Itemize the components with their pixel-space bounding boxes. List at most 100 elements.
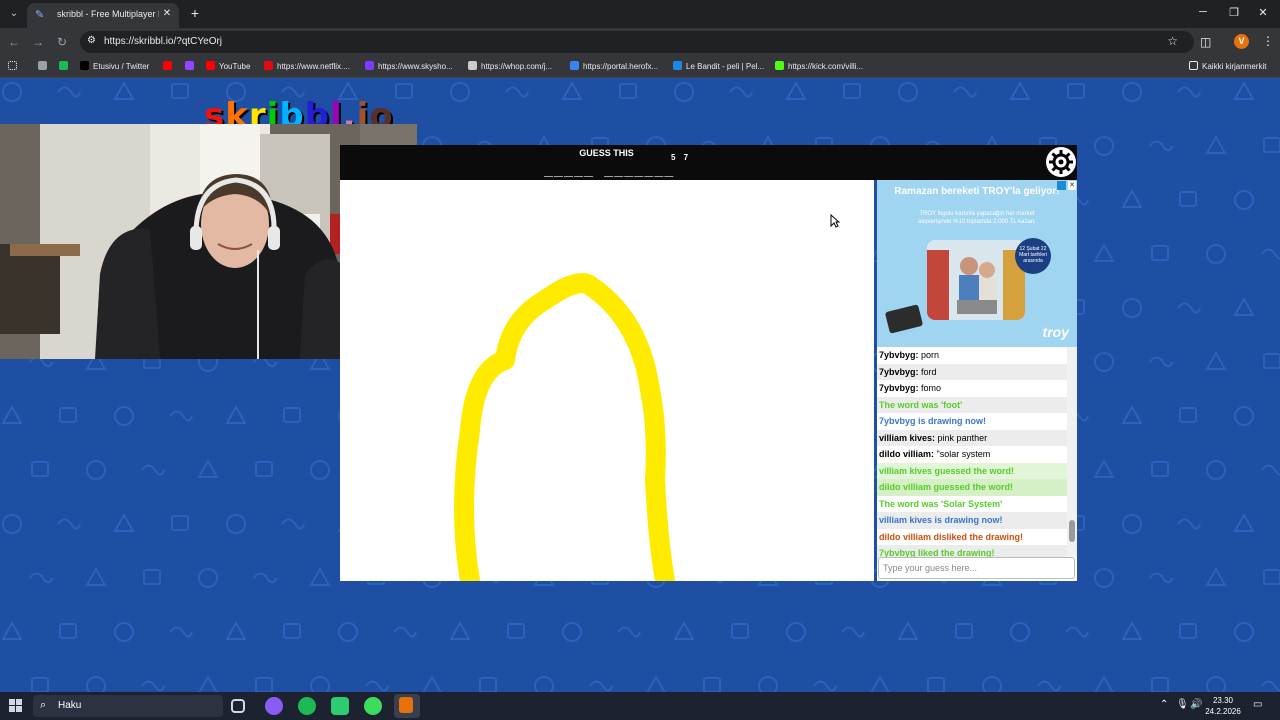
- chat-message: villiam kives: pink panther: [877, 429, 1067, 446]
- browser-menu-icon[interactable]: ⋮: [1262, 34, 1274, 48]
- bookmark-item[interactable]: YouTube: [206, 61, 250, 75]
- address-bar[interactable]: ⚙ https://skribbl.io/?qtCYeOrj ☆: [80, 31, 1194, 53]
- profile-avatar[interactable]: V: [1234, 34, 1249, 49]
- chat-message: The word was 'Solar System': [877, 495, 1067, 512]
- bookmark-label: https://www.netflix....: [277, 62, 350, 71]
- bookmark-item[interactable]: https://www.netflix....: [264, 61, 350, 75]
- bookmark-item[interactable]: [185, 61, 198, 75]
- chat-scrollbar[interactable]: [1067, 347, 1077, 557]
- chat-message: villiam kives guessed the word!: [877, 462, 1067, 479]
- bookmark-label: YouTube: [219, 62, 251, 71]
- task-view-icon[interactable]: [231, 699, 245, 713]
- extensions-icon[interactable]: ◫: [1200, 35, 1211, 49]
- word-hint: _____ _______: [544, 159, 675, 177]
- site-info-icon[interactable]: ⚙: [87, 35, 96, 46]
- chat-message: villiam kives is drawing now!: [877, 512, 1067, 529]
- chat-message-text: pink panther: [935, 432, 988, 443]
- bookmark-label: https://portal.herofx...: [583, 62, 659, 71]
- app-icon-3[interactable]: [331, 697, 349, 715]
- bookmark-label: Le Bandit - peli | Pel...: [686, 62, 765, 71]
- browser-taskbar-icon[interactable]: [394, 694, 420, 718]
- game-header-bar: GUESS THIS _____ _______ 5 7: [340, 145, 1077, 180]
- twitch-icon: [185, 61, 194, 70]
- youtube-icon: [206, 61, 215, 70]
- taskbar-search[interactable]: ⌕ Haku: [33, 695, 223, 717]
- chat-message: dildo villiam: "solar system: [877, 446, 1067, 463]
- chat-player-name: 7ybvbyg:: [879, 383, 919, 393]
- herofx-icon: [570, 61, 579, 70]
- clock-time: 23.30: [1212, 696, 1234, 705]
- troy-logo: troy: [1042, 324, 1069, 340]
- ad-close-icon[interactable]: ✕: [1068, 181, 1076, 190]
- close-window-button[interactable]: ✕: [1256, 6, 1270, 19]
- whop-icon: [468, 61, 477, 70]
- bookmark-item[interactable]: https://www.skysho...: [365, 61, 453, 75]
- bookmark-item[interactable]: https://whop.com/j...: [468, 61, 552, 75]
- chat-message-text: porn: [918, 350, 940, 360]
- bookmark-item[interactable]: Le Bandit - peli | Pel...: [673, 61, 764, 75]
- chat-message: 7ybvbyg is drawing now!: [877, 413, 1067, 430]
- chat-message-text: villiam kives is drawing now!: [879, 515, 1003, 525]
- bookmark-item[interactable]: https://kick.com/villi...: [775, 61, 863, 75]
- ad-photo: [927, 240, 1025, 320]
- bookmark-star-icon[interactable]: ☆: [1167, 34, 1178, 48]
- guess-input[interactable]: [878, 557, 1075, 579]
- browser-tab[interactable]: ✎ skribbl - Free Multiplayer Drawi ✕: [27, 3, 179, 28]
- play-icon: [673, 61, 682, 70]
- bookmark-item[interactable]: [59, 61, 72, 75]
- chat-message-text: 7ybvbyg is drawing now!: [879, 416, 987, 426]
- chat-message: 7ybvbyg: porn: [877, 347, 1067, 364]
- bookmark-item[interactable]: [38, 61, 51, 75]
- apps-grid-icon[interactable]: [8, 61, 20, 75]
- taskbar-clock[interactable]: 23.30 24.2.2026: [1203, 695, 1243, 717]
- tab-search-button[interactable]: ⌄: [6, 6, 22, 22]
- microphone-icon[interactable]: 🎙: [1176, 699, 1189, 710]
- forward-button[interactable]: →: [31, 35, 45, 49]
- bookmark-item[interactable]: Etusivu / Twitter: [80, 61, 149, 75]
- clock-date: 24.2.2026: [1205, 707, 1241, 716]
- notification-icon[interactable]: ▭: [1253, 699, 1262, 710]
- browser-tab-bar: ⌄ ✎ skribbl - Free Multiplayer Drawi ✕ +…: [0, 0, 1280, 28]
- chat-message-text: villiam kives guessed the word!: [879, 465, 1015, 476]
- minimize-button[interactable]: ─: [1196, 6, 1210, 18]
- chat-scrollbar-thumb[interactable]: [1069, 520, 1075, 542]
- settings-button[interactable]: [1046, 147, 1076, 177]
- start-button[interactable]: [9, 699, 23, 713]
- chat-message: 7ybvbyg: fomo: [877, 380, 1067, 397]
- spotify-icon: [59, 61, 68, 70]
- mouse-cursor-icon: [830, 214, 840, 228]
- close-tab-icon[interactable]: ✕: [161, 8, 173, 19]
- chat-message-text: dildo villiam disliked the drawing!: [879, 531, 1024, 542]
- ad-info-icon[interactable]: [1057, 181, 1066, 190]
- bookmark-item[interactable]: https://portal.herofx...: [570, 61, 658, 75]
- search-icon: ⌕: [40, 699, 47, 711]
- bookmark-label: https://kick.com/villi...: [788, 62, 864, 71]
- search-placeholder: Haku: [58, 700, 82, 711]
- new-tab-button[interactable]: +: [187, 5, 203, 21]
- spotify-taskbar-icon[interactable]: [298, 697, 316, 715]
- ad-title: Ramazan bereketi TROY'la geliyor!: [894, 186, 1060, 197]
- app-icon-1[interactable]: [265, 697, 283, 715]
- chrome-icon: [38, 61, 47, 70]
- restore-button[interactable]: ❐: [1227, 6, 1241, 19]
- chat-message-text: The word was 'Solar System': [879, 498, 1003, 509]
- advertisement-banner[interactable]: Ramazan bereketi TROY'la geliyor! TROY l…: [877, 180, 1077, 347]
- app-icon-4[interactable]: [364, 697, 382, 715]
- ad-subtitle: TROY logolu kartınla yapacağın her marke…: [918, 211, 1036, 225]
- netflix-icon: [264, 61, 273, 70]
- all-bookmarks-folder[interactable]: Kaikki kirjanmerkit: [1189, 61, 1266, 75]
- bookmarks-bar: Etusivu / Twitter YouTube https://www.netf…: [0, 56, 1280, 78]
- chat-message-text: ford: [918, 366, 937, 377]
- reload-button[interactable]: ↻: [55, 35, 69, 49]
- speaker-icon[interactable]: 🔊: [1190, 699, 1202, 710]
- word-length-count: 5 7: [671, 153, 692, 162]
- bookmark-label: https://www.skysho...: [378, 62, 453, 71]
- back-button[interactable]: ←: [7, 35, 21, 49]
- youtube-icon: [163, 61, 172, 70]
- chat-message-text: fomo: [918, 383, 942, 393]
- chat-message: dildo villiam disliked the drawing!: [877, 528, 1067, 545]
- tray-chevron-icon[interactable]: ⌃: [1160, 699, 1168, 710]
- drawing-canvas[interactable]: [340, 180, 874, 591]
- bookmark-item[interactable]: [163, 61, 176, 75]
- bookmark-label: Etusivu / Twitter: [93, 62, 150, 71]
